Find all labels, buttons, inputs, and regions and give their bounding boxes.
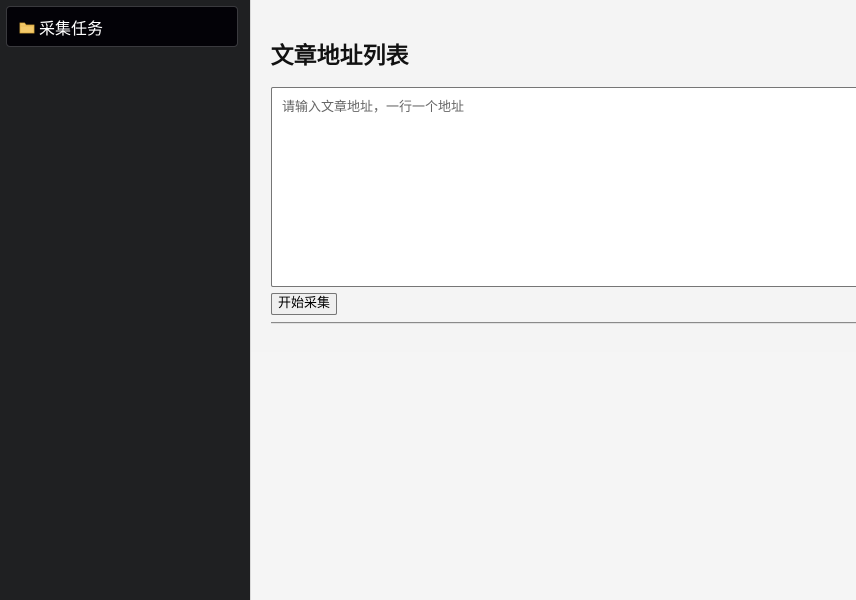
divider	[271, 322, 856, 324]
main-lower-area	[251, 352, 856, 600]
app-window: 采集任务 文章地址列表 开始采集	[0, 0, 856, 600]
main-content: 文章地址列表 开始采集	[251, 0, 856, 352]
article-url-input[interactable]	[271, 87, 856, 287]
sidebar-item-label: 采集任务	[39, 18, 104, 38]
folder-icon	[19, 20, 35, 34]
sidebar-item-collection-tasks[interactable]: 采集任务	[6, 6, 238, 47]
page-title: 文章地址列表	[271, 43, 409, 69]
sidebar: 采集任务	[0, 0, 250, 600]
start-collection-button[interactable]: 开始采集	[271, 293, 338, 315]
